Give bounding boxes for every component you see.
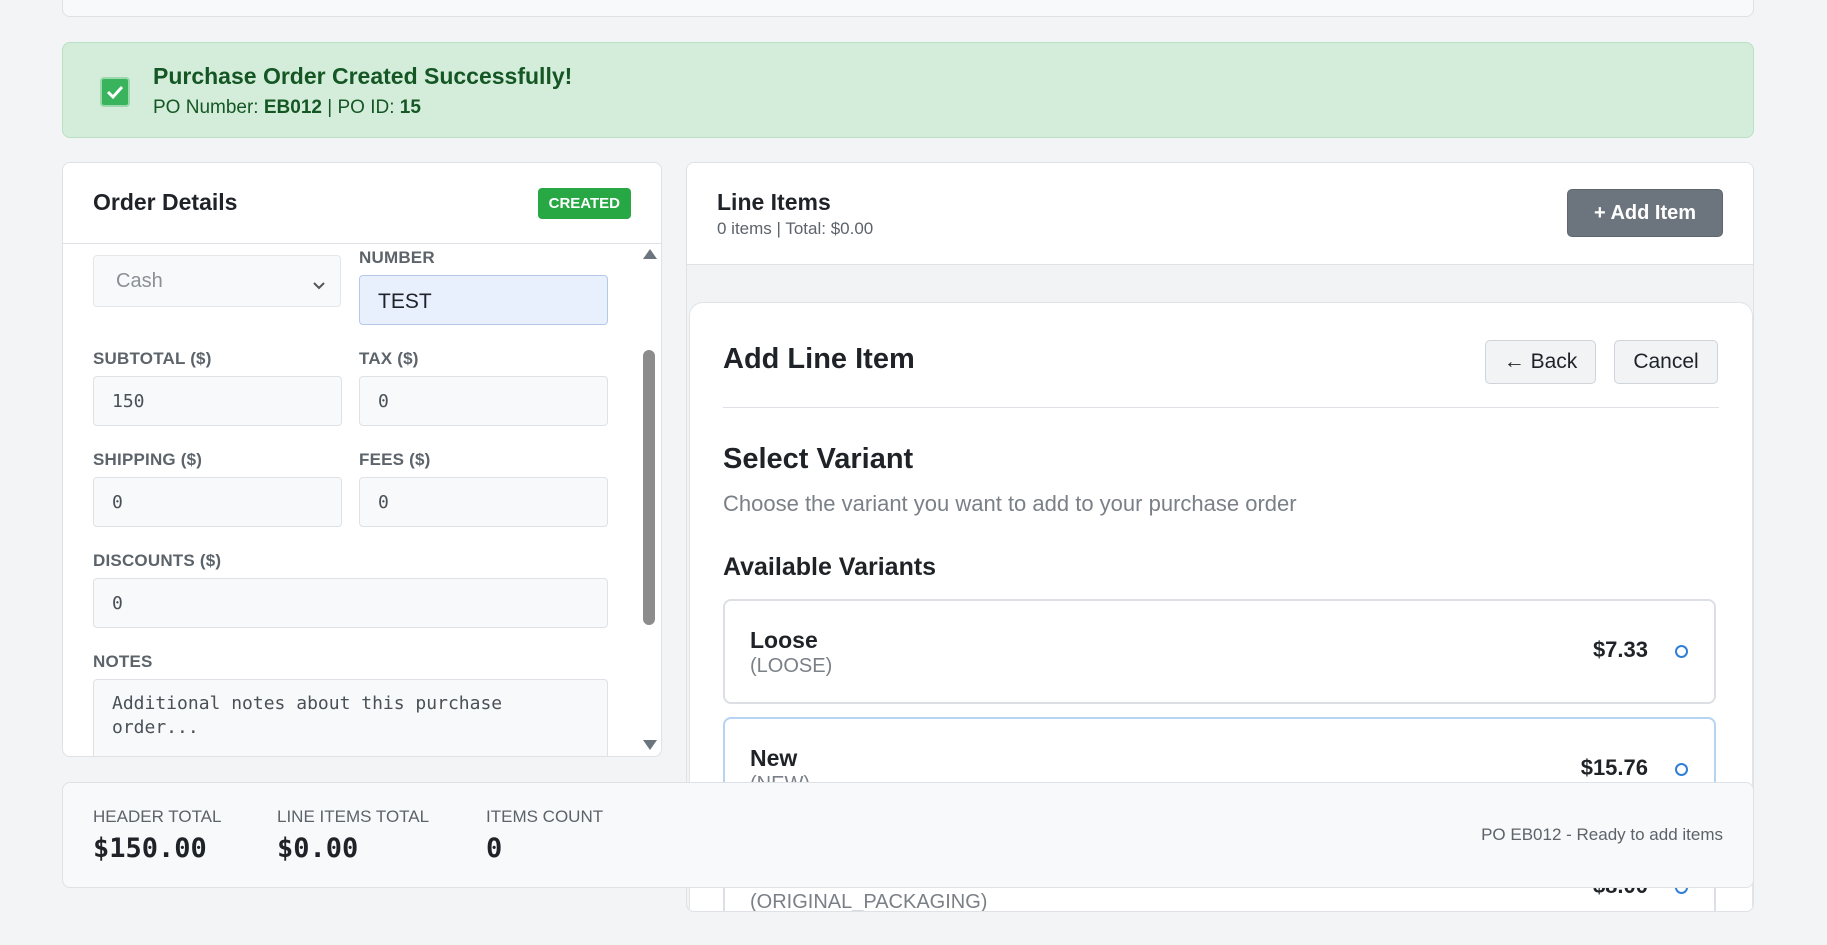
notes-textarea[interactable]: Additional notes about this purchase ord… [93, 679, 608, 756]
discounts-input[interactable]: 0 [93, 578, 608, 628]
number-label: NUMBER [359, 248, 435, 267]
available-variants-title: Available Variants [723, 553, 937, 581]
discounts-label: DISCOUNTS ($) [93, 551, 222, 570]
panel-divider [723, 407, 1719, 408]
variant-option[interactable]: Loose (LOOSE) $7.33 [723, 599, 1716, 704]
line-items-summary: 0 items | Total: $0.00 [717, 219, 874, 238]
scroll-up-arrow[interactable] [643, 249, 657, 259]
scroll-down-arrow[interactable] [643, 740, 657, 750]
fees-label: FEES ($) [359, 450, 431, 469]
fees-input[interactable]: 0 [359, 477, 608, 527]
header-total-label: HEADER TOTAL [93, 807, 222, 826]
line-items-title: Line Items [717, 189, 831, 215]
alert-details: PO Number: EB012 | PO ID: 15 [153, 97, 421, 119]
tax-label: TAX ($) [359, 349, 419, 368]
add-item-button[interactable]: + Add Item [1567, 189, 1723, 237]
check-icon [100, 77, 130, 107]
scrollbar-thumb[interactable] [643, 350, 655, 625]
order-details-card: Order Details CREATED Cash NUMBER TEST S… [62, 162, 662, 757]
payment-method-value: Cash [116, 270, 163, 292]
shipping-label: SHIPPING ($) [93, 450, 203, 469]
header-total-value: $150.00 [93, 833, 207, 864]
panel-title: Add Line Item [723, 343, 915, 375]
subtotal-label: SUBTOTAL ($) [93, 349, 212, 368]
po-number-label: PO Number: [153, 97, 259, 118]
subtotal-input[interactable]: 150 [93, 376, 342, 426]
order-details-title: Order Details [93, 189, 238, 215]
alert-title: Purchase Order Created Successfully! [153, 63, 573, 89]
shipping-input[interactable]: 0 [93, 477, 342, 527]
tax-input[interactable]: 0 [359, 376, 608, 426]
po-id-label: PO ID: [337, 97, 395, 118]
po-number: EB012 [263, 97, 322, 118]
status-badge: CREATED [537, 188, 631, 219]
line-items-total-value: $0.00 [277, 833, 359, 864]
variant-price: $7.33 [1592, 637, 1648, 662]
top-strip [62, 0, 1754, 17]
success-alert: Purchase Order Created Successfully! PO … [62, 42, 1754, 138]
payment-method-select[interactable]: Cash [93, 255, 341, 307]
variant-code: (LOOSE) [750, 655, 833, 677]
order-details-header: Order Details CREATED [63, 163, 661, 244]
alert-separator: | [327, 97, 333, 118]
items-count-value: 0 [486, 833, 503, 864]
line-items-header: Line Items 0 items | Total: $0.00 + Add … [687, 163, 1753, 265]
items-count-label: ITEMS COUNT [486, 807, 604, 826]
chevron-down-icon [312, 274, 326, 297]
back-button[interactable]: ← Back [1485, 340, 1596, 384]
radio-button[interactable] [1675, 763, 1688, 776]
variant-code: (ORIGINAL_PACKAGING) [750, 891, 988, 912]
line-items-total-label: LINE ITEMS TOTAL [277, 807, 430, 826]
variant-name: Loose [750, 627, 818, 653]
footer-status: PO EB012 - Ready to add items [1481, 825, 1723, 844]
number-input[interactable]: TEST [359, 275, 608, 325]
select-variant-title: Select Variant [723, 443, 914, 475]
po-id: 15 [399, 97, 421, 118]
select-variant-description: Choose the variant you want to add to yo… [723, 491, 1297, 516]
cancel-button[interactable]: Cancel [1614, 340, 1718, 384]
totals-footer: HEADER TOTAL $150.00 LINE ITEMS TOTAL $0… [62, 782, 1754, 888]
variant-price: $15.76 [1580, 755, 1648, 780]
notes-label: NOTES [93, 652, 153, 671]
radio-button[interactable] [1675, 645, 1688, 658]
variant-name: New [750, 745, 798, 771]
